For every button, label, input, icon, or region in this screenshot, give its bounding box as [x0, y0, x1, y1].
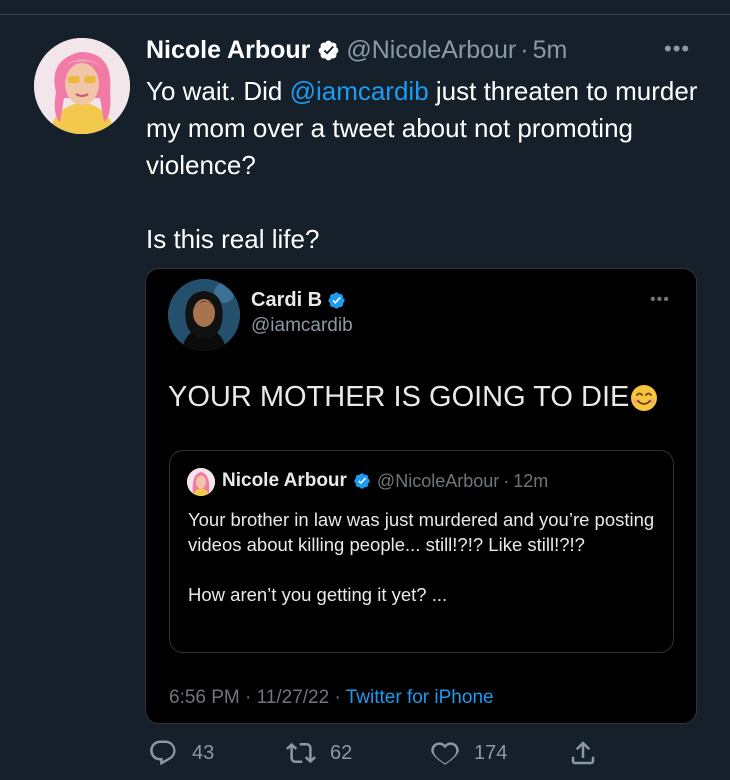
share-icon	[571, 741, 595, 765]
mention-link[interactable]: @iamcardib	[290, 76, 429, 106]
top-divider	[0, 14, 730, 15]
verified-badge-icon	[354, 473, 370, 489]
timestamp: 12m	[513, 470, 549, 491]
quoted-header: Nicole Arbour @NicoleArbour · 12m	[222, 470, 548, 492]
handle[interactable]: @NicoleArbour	[346, 36, 516, 65]
quoted-text-paragraph: Your brother in law was just murdered an…	[188, 509, 655, 555]
tweet-text-part: Yo wait. Did	[146, 76, 290, 106]
reply-count: 43	[192, 741, 215, 764]
more-icon[interactable]: •••	[664, 36, 690, 62]
like-count: 174	[474, 741, 508, 764]
display-name: Nicole Arbour	[222, 470, 347, 491]
quoted-tweet-text: Your brother in law was just murdered an…	[188, 507, 658, 607]
separator: ·	[520, 35, 529, 64]
avatar[interactable]	[168, 279, 240, 351]
handle[interactable]: @iamcardib	[251, 315, 353, 337]
display-name[interactable]: Nicole Arbour	[146, 36, 310, 65]
display-name[interactable]: Cardi B	[251, 289, 322, 312]
tweet-text-paragraph: Is this real life?	[146, 224, 320, 254]
quoted-text-paragraph: How aren’t you getting it yet? ...	[188, 584, 448, 605]
reply-icon	[150, 740, 176, 766]
tweet-header: Nicole Arbour @NicoleArbour · 5m	[146, 33, 567, 67]
verified-badge-icon	[328, 292, 345, 309]
quoted-tweet[interactable]: Nicole Arbour @NicoleArbour · 12m Your b…	[169, 450, 674, 653]
retweet-button[interactable]: 62	[286, 738, 352, 768]
avatar[interactable]	[34, 38, 130, 134]
tweet-text: Yo wait. Did @iamcardib just threaten to…	[146, 73, 706, 258]
handle: @NicoleArbour	[376, 470, 500, 491]
more-icon[interactable]: •••	[650, 291, 670, 309]
action-bar: 43 62 174	[0, 738, 730, 774]
embedded-tweet-meta: 6:56 PM · 11/27/22 · Twitter for iPhone	[169, 687, 494, 709]
timestamp[interactable]: 5m	[533, 36, 568, 65]
source-link[interactable]: Twitter for iPhone	[346, 687, 494, 708]
share-button[interactable]	[568, 738, 598, 768]
embedded-tweet-text-content: YOUR MOTHER IS GOING TO DIE	[168, 381, 630, 413]
embedded-tweet-card[interactable]: Cardi B @iamcardib ••• YOUR MOTHER IS GO…	[145, 268, 697, 724]
embedded-header: Cardi B	[251, 289, 346, 312]
reply-button[interactable]: 43	[148, 738, 214, 768]
smiling-face-emoji-icon	[631, 384, 658, 411]
separator: ·	[503, 470, 510, 491]
verified-badge-icon	[319, 40, 339, 60]
avatar	[187, 468, 215, 496]
embedded-timestamp: 6:56 PM · 11/27/22 ·	[169, 687, 346, 708]
like-icon	[431, 742, 459, 765]
embedded-tweet-text: YOUR MOTHER IS GOING TO DIE	[168, 381, 658, 414]
retweet-icon	[286, 742, 316, 764]
retweet-count: 62	[330, 741, 353, 764]
like-button[interactable]: 174	[430, 738, 507, 768]
